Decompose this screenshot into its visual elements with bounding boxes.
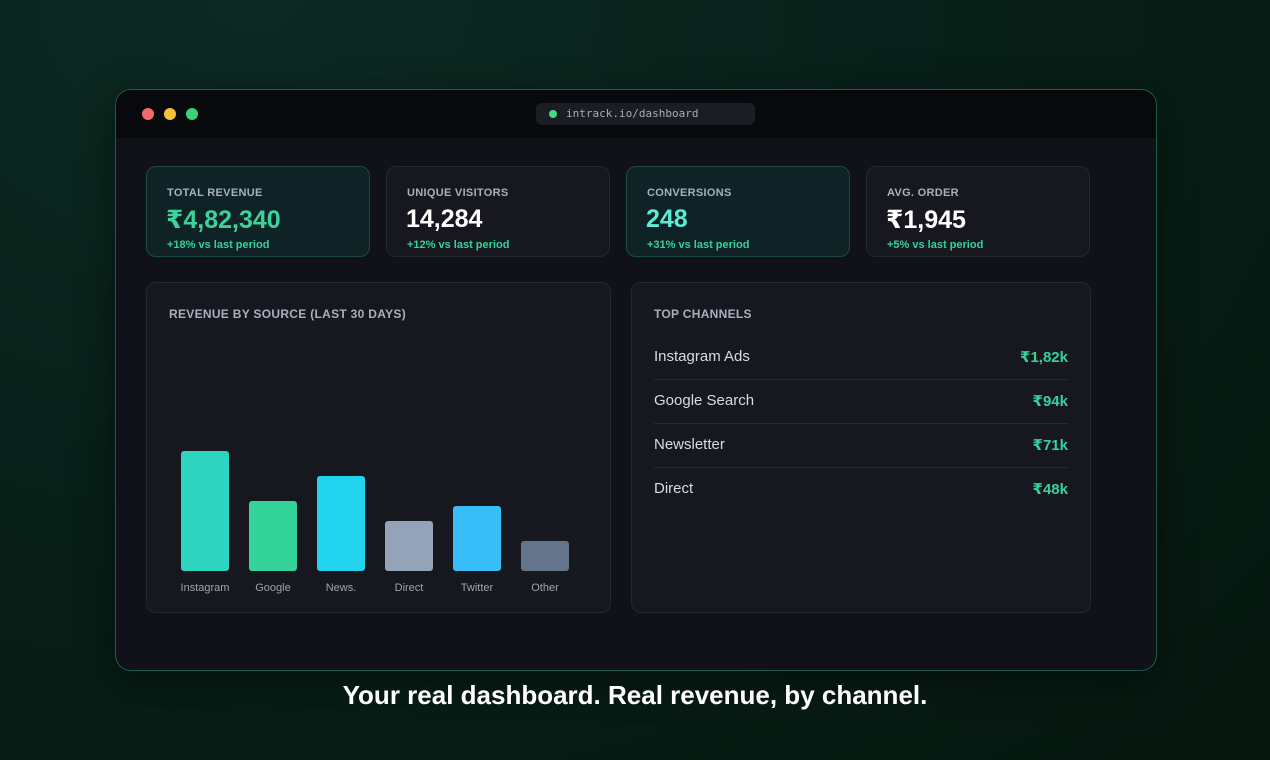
- channel-value: ₹94k: [1032, 393, 1068, 410]
- stat-label: CONVERSIONS: [647, 187, 732, 199]
- stat-card-avg-order: AVG. ORDER ₹1,945 +5% vs last period: [866, 166, 1090, 257]
- browser-window: intrack.io/dashboard TOTAL REVENUE ₹4,82…: [115, 89, 1157, 671]
- chart-category-label: Google: [255, 582, 291, 594]
- secure-status-icon: [549, 110, 557, 118]
- stat-change: +18% vs last period: [167, 239, 270, 251]
- channel-row[interactable]: Instagram Ads ₹1,82k: [654, 335, 1068, 380]
- stat-card-total-revenue: TOTAL REVENUE ₹4,82,340 +18% vs last per…: [146, 166, 370, 257]
- chart-bar-news: [317, 476, 365, 571]
- marketing-caption: Your real dashboard. Real revenue, by ch…: [342, 680, 928, 710]
- channel-value: ₹1,82k: [1020, 349, 1068, 366]
- chart-bar-other: [521, 541, 569, 571]
- chart-bar-google: [249, 501, 297, 571]
- top-channels-panel: TOP CHANNELS Instagram Ads ₹1,82k Google…: [631, 282, 1091, 613]
- panel-title: TOP CHANNELS: [654, 307, 752, 321]
- stat-change: +12% vs last period: [407, 239, 510, 251]
- chart-category-label: Direct: [394, 582, 424, 594]
- stat-value: ₹1,945: [886, 206, 966, 234]
- window-titlebar: intrack.io/dashboard: [116, 90, 1156, 138]
- stat-label: UNIQUE VISITORS: [407, 187, 509, 199]
- channel-row[interactable]: Newsletter ₹71k: [654, 423, 1068, 468]
- panel-title: REVENUE BY SOURCE (LAST 30 DAYS): [169, 307, 406, 321]
- channel-value: ₹71k: [1032, 437, 1068, 454]
- chart-category-label: Instagram: [180, 582, 230, 594]
- maximize-window-button[interactable]: [186, 108, 198, 120]
- stat-change: +5% vs last period: [887, 239, 984, 251]
- chart-category-label: News.: [325, 582, 357, 594]
- close-window-button[interactable]: [142, 108, 154, 120]
- stat-change: +31% vs last period: [647, 239, 750, 251]
- url-text: intrack.io/dashboard: [566, 107, 699, 120]
- chart-bar-instagram: [181, 451, 229, 571]
- address-bar[interactable]: intrack.io/dashboard: [536, 103, 755, 125]
- stat-value: ₹4,82,340: [166, 206, 281, 234]
- channel-row[interactable]: Google Search ₹94k: [654, 379, 1068, 424]
- stat-label: TOTAL REVENUE: [167, 187, 263, 199]
- channel-row[interactable]: Direct ₹48k: [654, 467, 1068, 511]
- minimize-window-button[interactable]: [164, 108, 176, 120]
- chart-bar-twitter: [453, 506, 501, 571]
- channel-value: ₹48k: [1032, 481, 1068, 498]
- chart-bar-direct: [385, 521, 433, 571]
- stat-value: 248: [646, 205, 688, 233]
- stat-card-unique-visitors: UNIQUE VISITORS 14,284 +12% vs last peri…: [386, 166, 610, 257]
- stat-label: AVG. ORDER: [887, 187, 959, 199]
- revenue-by-source-panel: REVENUE BY SOURCE (LAST 30 DAYS) Instagr…: [146, 282, 611, 613]
- channel-name: Instagram Ads: [654, 348, 750, 365]
- stat-value: 14,284: [406, 205, 483, 233]
- stat-card-conversions: CONVERSIONS 248 +31% vs last period: [626, 166, 850, 257]
- chart-category-label: Other: [531, 582, 559, 594]
- chart-category-label: Twitter: [460, 582, 494, 594]
- channel-name: Newsletter: [654, 436, 725, 453]
- channel-name: Direct: [654, 480, 694, 497]
- channel-name: Google Search: [654, 392, 755, 409]
